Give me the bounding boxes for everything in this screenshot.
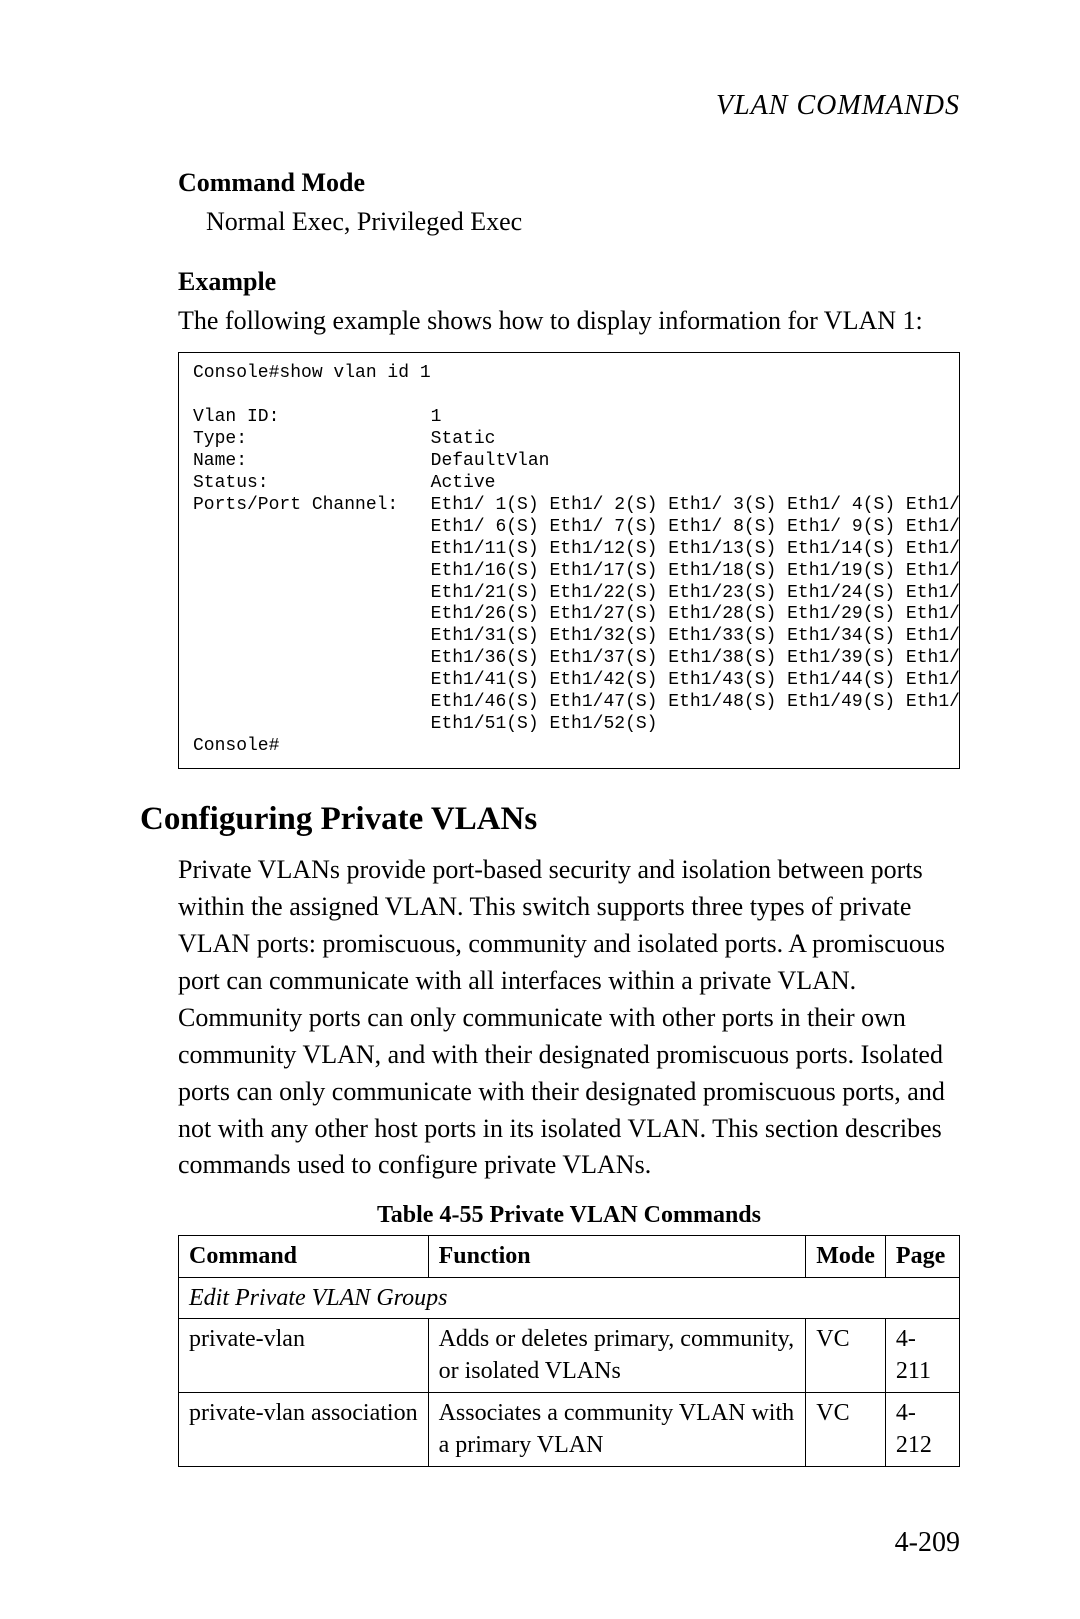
th-page: Page [885,1236,959,1277]
table-row: private-vlan Adds or deletes primary, co… [179,1319,960,1393]
running-header: VLAN COMMANDS [120,90,960,122]
running-header-prefix: VLAN C [716,90,816,121]
table-group-row: Edit Private VLAN Groups [179,1277,960,1318]
command-mode-text: Normal Exec, Privileged Exec [206,204,960,239]
cell-function: Adds or deletes primary, community, or i… [428,1319,806,1393]
table-header-row: Command Function Mode Page [179,1236,960,1277]
cell-command: private-vlan [179,1319,429,1393]
running-header-smallcaps: OMMANDS [816,90,960,121]
cell-page: 4-212 [885,1392,959,1466]
cell-command: private-vlan association [179,1392,429,1466]
table-caption: Table 4-55 Private VLAN Commands [178,1202,960,1229]
cell-page: 4-211 [885,1319,959,1393]
cell-mode: VC [806,1319,886,1393]
cell-mode: VC [806,1392,886,1466]
console-output: Console#show vlan id 1 Vlan ID: 1 Type: … [178,352,960,769]
page: VLAN COMMANDS Command Mode Normal Exec, … [0,0,1080,1619]
page-number: 4-209 [120,1527,960,1559]
page-body: Command Mode Normal Exec, Privileged Exe… [178,168,960,1467]
heading-configuring-private-vlans: Configuring Private VLANs [140,801,960,838]
th-mode: Mode [806,1236,886,1277]
th-function: Function [428,1236,806,1277]
heading-command-mode: Command Mode [178,168,960,198]
config-pvlan-paragraph: Private VLANs provide port-based securit… [178,852,960,1184]
example-intro: The following example shows how to displ… [178,303,960,340]
table-row: private-vlan association Associates a co… [179,1392,960,1466]
cell-function: Associates a community VLAN with a prima… [428,1392,806,1466]
pvlan-commands-table: Command Function Mode Page Edit Private … [178,1235,960,1466]
group-label: Edit Private VLAN Groups [179,1277,960,1318]
th-command: Command [179,1236,429,1277]
heading-example: Example [178,267,960,297]
